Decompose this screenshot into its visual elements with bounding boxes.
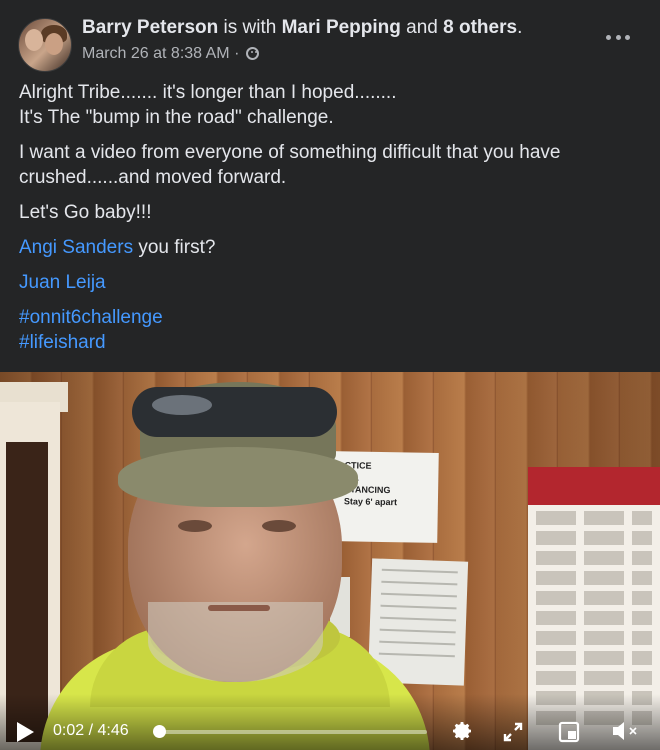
dot-icon	[625, 34, 630, 40]
poster-row	[536, 671, 652, 685]
meta-separator: ·	[234, 45, 240, 62]
tagged-person[interactable]: Mari Pepping	[282, 17, 401, 38]
post-timestamp[interactable]: March 26 at 8:38 AM	[82, 45, 230, 62]
paragraph-2: I want a video from everyone of somethin…	[19, 142, 561, 188]
post-header: Barry Peterson is with Mari Pepping and …	[18, 14, 660, 72]
poster-row	[536, 611, 652, 625]
mute-icon[interactable]	[611, 719, 641, 743]
post-body: Alright Tribe....... it's longer than I …	[19, 80, 639, 365]
paragraph-1: Alright Tribe....... it's longer than I …	[19, 80, 639, 130]
avatar-face-right	[45, 33, 63, 55]
facebook-post: Barry Peterson is with Mari Pepping and …	[0, 0, 660, 750]
others-link[interactable]: 8 others	[443, 17, 517, 38]
mention-suffix: you first?	[133, 237, 216, 258]
paragraph-4: Angi Sanders you first?	[19, 235, 639, 260]
poster-row	[536, 571, 652, 585]
paper-line	[380, 592, 457, 598]
paper-line	[381, 568, 458, 574]
hashtag-lifeishard[interactable]: #lifeishard	[19, 332, 106, 353]
person-cap-brim	[118, 447, 358, 507]
poster-row	[536, 631, 652, 645]
post-author-line: Barry Peterson is with Mari Pepping and …	[82, 16, 522, 40]
poster-header	[528, 467, 660, 505]
poster-row	[536, 551, 652, 565]
time-separator: /	[88, 722, 94, 739]
paragraph-5: Juan Leija	[19, 270, 639, 295]
picture-in-picture-icon[interactable]	[558, 721, 580, 743]
hashtag-onnit6challenge[interactable]: #onnit6challenge	[19, 307, 163, 328]
body-line-1: Alright Tribe....... it's longer than I …	[19, 82, 397, 103]
duration: 4:46	[97, 722, 129, 739]
video-time: 0:02 / 4:46	[53, 721, 129, 741]
person-sunglasses	[132, 387, 337, 437]
poster-row	[536, 591, 652, 605]
author-name[interactable]: Barry Peterson	[82, 17, 218, 38]
mention-juan-leija[interactable]: Juan Leija	[19, 272, 106, 293]
person-eye-right	[262, 520, 296, 532]
expand-icon[interactable]	[502, 721, 524, 743]
person-mouth	[208, 605, 270, 611]
post-meta: March 26 at 8:38 AM ·	[82, 44, 259, 64]
dot-icon	[606, 34, 611, 40]
video-controls: 0:02 / 4:46	[0, 694, 660, 750]
and-text: and	[406, 17, 438, 38]
person-eye-left	[178, 520, 212, 532]
play-icon[interactable]	[17, 722, 34, 742]
paragraph-6: #onnit6challenge #lifeishard	[19, 305, 639, 355]
paper-line	[378, 652, 455, 658]
paragraph-3: Let's Go baby!!!	[19, 202, 152, 223]
friends-globe-icon[interactable]	[245, 47, 259, 60]
paper-line	[381, 580, 458, 586]
dot-icon	[615, 34, 621, 40]
paper-line	[379, 628, 456, 634]
mention-angi-sanders[interactable]: Angi Sanders	[19, 237, 133, 258]
poster-row	[536, 511, 652, 525]
more-dots-icon[interactable]	[606, 32, 630, 42]
author-avatar[interactable]	[18, 18, 72, 72]
current-time: 0:02	[53, 722, 85, 739]
avatar-face-left	[25, 29, 43, 51]
with-text: is with	[223, 17, 277, 38]
video-progress-bar[interactable]	[152, 725, 427, 738]
period: .	[517, 17, 523, 38]
gear-icon[interactable]	[450, 719, 474, 743]
paper-line	[379, 640, 456, 646]
sign-line-4: Stay 6' apart	[343, 496, 398, 508]
paper-line	[380, 616, 457, 622]
person-beard	[148, 602, 323, 682]
poster-row	[536, 651, 652, 665]
poster-row	[536, 531, 652, 545]
progress-knob[interactable]	[152, 725, 166, 738]
body-line-2: It's The "bump in the road" challenge.	[19, 107, 334, 128]
paper-line	[380, 604, 457, 610]
video-player[interactable]: CTICE IAL STANCING Stay 6' apart	[0, 372, 660, 750]
